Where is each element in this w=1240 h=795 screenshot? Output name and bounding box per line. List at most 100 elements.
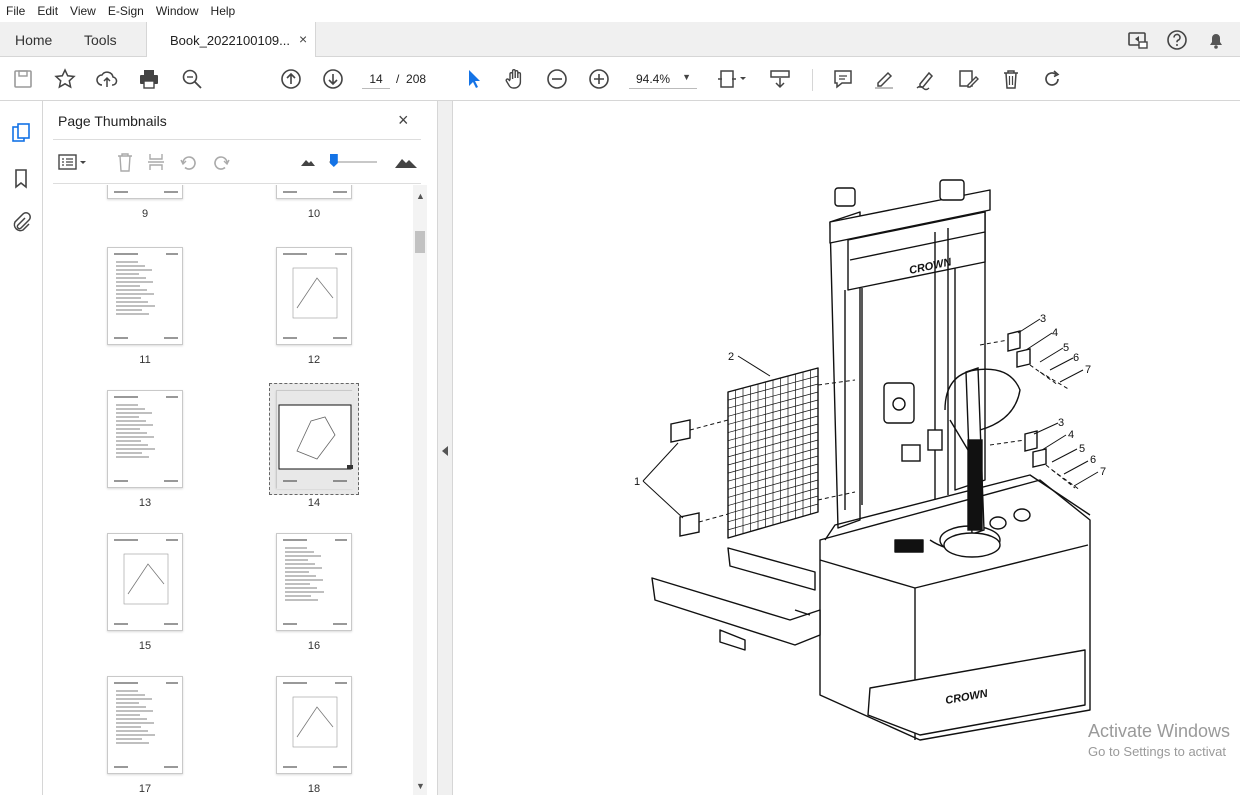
page-number-input[interactable] xyxy=(362,69,390,89)
thumbnail-page-number: 15 xyxy=(138,640,152,652)
menu-esign[interactable]: E-Sign xyxy=(102,4,150,18)
rotate-right-icon[interactable] xyxy=(210,151,232,173)
thumbnail-preview xyxy=(114,396,178,482)
thumbnail-page-number: 17 xyxy=(138,783,152,795)
close-panel-icon[interactable]: × xyxy=(398,110,409,131)
main-toolbar: / 208 94.4% ▼ xyxy=(0,57,1240,101)
thumbnail-options-icon[interactable] xyxy=(57,151,89,173)
close-tab-icon[interactable]: × xyxy=(299,31,307,47)
select-cursor-icon[interactable] xyxy=(462,67,486,91)
zoom-level-value: 94.4% xyxy=(636,71,671,86)
thumbnail-page-number: 9 xyxy=(141,208,149,220)
page-thumbnails-icon[interactable] xyxy=(10,122,32,144)
tab-document[interactable]: Book_2022100109... × xyxy=(146,22,316,58)
star-icon[interactable] xyxy=(53,67,77,91)
delete-page-icon[interactable] xyxy=(114,151,136,173)
thumbnail-preview xyxy=(283,539,347,625)
thumbnail-page-number: 14 xyxy=(307,497,321,509)
callout-number: 5 xyxy=(1079,443,1085,455)
page-thumbnail[interactable] xyxy=(107,185,183,199)
tab-tools[interactable]: Tools xyxy=(84,22,117,57)
save-icon[interactable] xyxy=(11,67,35,91)
page-thumbnail[interactable] xyxy=(276,676,352,774)
page-thumbnail[interactable] xyxy=(107,390,183,488)
menu-file[interactable]: File xyxy=(0,4,31,18)
menu-edit[interactable]: Edit xyxy=(31,4,64,18)
thumbnail-preview xyxy=(114,191,178,193)
page-thumbnail[interactable] xyxy=(276,390,353,489)
thumbnail-list[interactable]: 9 10 11 12 13 14 15 16 17 18 xyxy=(43,185,413,795)
upload-cloud-icon[interactable] xyxy=(95,67,119,91)
bookmark-icon[interactable] xyxy=(10,167,32,189)
thumbnail-page-number: 12 xyxy=(307,354,321,366)
thumbnail-preview xyxy=(114,539,178,625)
menu-help[interactable]: Help xyxy=(205,4,242,18)
tab-document-title: Book_2022100109... xyxy=(170,32,290,48)
tab-home[interactable]: Home xyxy=(15,22,52,57)
chevron-up-icon[interactable]: ▲ xyxy=(416,191,425,201)
activation-watermark: Activate Windows Go to Settings to activ… xyxy=(1088,721,1230,759)
hand-tool-icon[interactable] xyxy=(503,67,527,91)
zoom-in-icon[interactable] xyxy=(587,67,611,91)
next-page-icon[interactable] xyxy=(321,67,345,91)
callout-number: 1 xyxy=(634,476,640,488)
callout-number: 3 xyxy=(1058,417,1064,429)
scroll-mode-icon[interactable] xyxy=(768,67,792,91)
split-page-icon[interactable] xyxy=(145,151,167,173)
thumbnails-panel: Page Thumbnails × 9 10 11 12 13 14 15 16… xyxy=(43,101,429,795)
zoom-level-select[interactable]: 94.4% ▼ xyxy=(629,69,697,89)
callout-number: 6 xyxy=(1073,352,1079,364)
share-screen-icon[interactable] xyxy=(1127,29,1149,51)
page-thumbnail[interactable] xyxy=(276,533,352,631)
page-thumbnail[interactable] xyxy=(276,247,352,345)
panel-scrollbar[interactable]: ▲ ▼ xyxy=(413,185,427,795)
parts-diagram: 123456734567 CROWN CROWN xyxy=(634,179,1106,741)
callout-number: 7 xyxy=(1100,466,1106,478)
redo-icon[interactable] xyxy=(1040,67,1064,91)
menu-view[interactable]: View xyxy=(64,4,102,18)
thumbnail-preview xyxy=(277,391,353,489)
chevron-down-icon[interactable]: ▼ xyxy=(416,781,425,791)
callout-number: 5 xyxy=(1063,342,1069,354)
thumbnail-preview xyxy=(283,191,347,193)
collapse-arrow-icon[interactable] xyxy=(442,446,448,456)
watermark-subtitle: Go to Settings to activat xyxy=(1088,744,1227,759)
fill-sign-icon[interactable] xyxy=(956,67,980,91)
thumbnail-toolbar xyxy=(53,139,421,184)
callout-number: 4 xyxy=(1068,429,1074,441)
zoom-search-icon[interactable] xyxy=(180,67,204,91)
thumbnail-page-number: 16 xyxy=(307,640,321,652)
thumbnail-preview xyxy=(114,682,178,768)
page-thumbnail[interactable] xyxy=(276,185,352,199)
document-view[interactable]: 123456734567 CROWN CROWN xyxy=(453,101,1240,795)
callout-number: 7 xyxy=(1085,364,1091,376)
comment-icon[interactable] xyxy=(831,67,855,91)
thumbnail-page-number: 11 xyxy=(139,354,151,366)
bell-icon[interactable] xyxy=(1205,29,1227,51)
page-thumbnail[interactable] xyxy=(107,247,183,345)
help-icon[interactable] xyxy=(1166,29,1188,51)
draw-icon[interactable] xyxy=(914,67,938,91)
small-thumbnail-icon[interactable] xyxy=(297,151,319,173)
thumbnail-preview xyxy=(283,253,347,339)
thumbnail-page-number: 13 xyxy=(138,497,152,509)
trash-icon[interactable] xyxy=(999,67,1023,91)
page-thumbnail[interactable] xyxy=(107,676,183,774)
tab-bar: Home Tools Book_2022100109... × xyxy=(0,22,1240,58)
menu-window[interactable]: Window xyxy=(150,4,205,18)
callout-number: 2 xyxy=(728,351,734,363)
highlight-pen-icon[interactable] xyxy=(872,67,896,91)
paperclip-icon[interactable] xyxy=(10,211,32,233)
panel-splitter[interactable] xyxy=(437,101,453,795)
previous-page-icon[interactable] xyxy=(279,67,303,91)
page-count: 208 xyxy=(406,72,427,86)
large-thumbnail-icon[interactable] xyxy=(393,151,421,173)
page-thumbnail[interactable] xyxy=(107,533,183,631)
fit-page-icon[interactable] xyxy=(716,67,748,91)
zoom-out-icon[interactable] xyxy=(545,67,569,91)
slider-handle[interactable] xyxy=(329,154,338,167)
panel-title: Page Thumbnails xyxy=(58,113,167,129)
print-icon[interactable] xyxy=(137,67,161,91)
rotate-left-icon[interactable] xyxy=(178,151,200,173)
scrollbar-thumb[interactable] xyxy=(415,231,425,253)
